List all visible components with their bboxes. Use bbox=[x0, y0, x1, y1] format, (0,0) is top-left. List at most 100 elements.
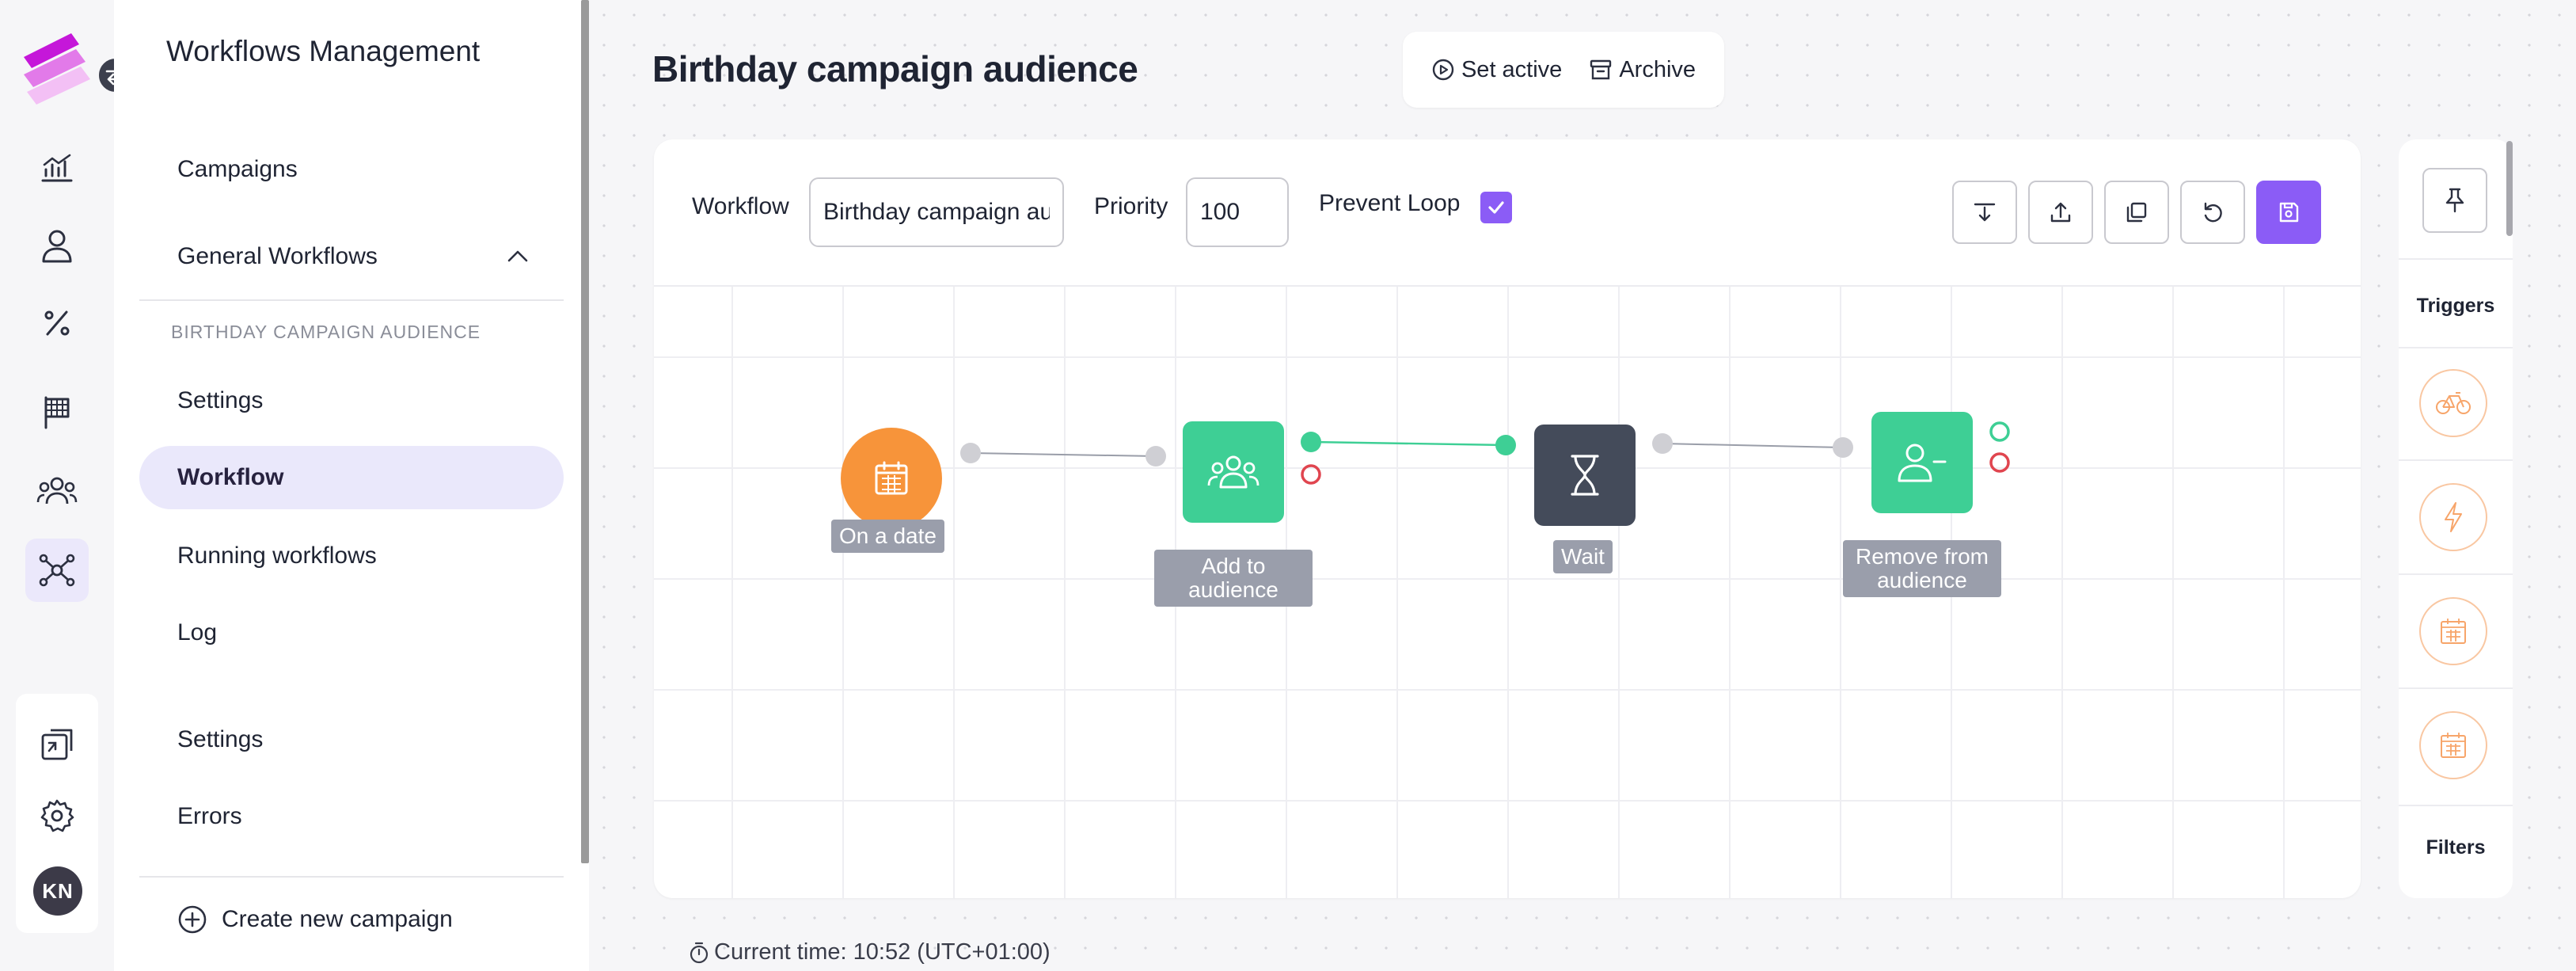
calendar-icon bbox=[2441, 619, 2466, 644]
current-time-text: Current time: 10:52 (UTC+01:00) bbox=[714, 939, 1051, 965]
rail-item-contacts[interactable] bbox=[25, 214, 89, 277]
divider bbox=[2399, 687, 2513, 689]
node-label: Remove from audience bbox=[1843, 540, 2001, 597]
node-add-to-audience[interactable] bbox=[1183, 421, 1284, 523]
save-button[interactable] bbox=[2256, 181, 2321, 244]
edge[interactable] bbox=[1310, 440, 1506, 447]
sidebar-group-general-workflows[interactable]: General Workflows bbox=[139, 225, 564, 288]
sidebar-scrollbar[interactable] bbox=[581, 0, 589, 863]
workflow-canvas[interactable]: On a date Add to audience Wait Remove fr… bbox=[654, 287, 2361, 898]
divider bbox=[2399, 573, 2513, 575]
workflow-name-input[interactable] bbox=[809, 177, 1064, 247]
pin-icon bbox=[2445, 188, 2464, 213]
reset-button[interactable] bbox=[2180, 181, 2245, 244]
app-logo[interactable] bbox=[24, 33, 92, 106]
prevent-loop-checkbox[interactable] bbox=[1480, 192, 1512, 223]
node-palette-panel: Triggers Filters bbox=[2399, 139, 2513, 898]
edge[interactable] bbox=[1662, 443, 1844, 448]
workflow-name-label: Workflow bbox=[692, 193, 789, 219]
edge[interactable] bbox=[970, 452, 1157, 457]
node-label: Add to audience bbox=[1154, 550, 1313, 607]
failure-port[interactable] bbox=[1301, 464, 1321, 485]
sidebar-item-label: Workflow bbox=[177, 464, 284, 490]
percent-icon bbox=[44, 310, 70, 336]
reset-icon bbox=[2204, 202, 2222, 223]
rail-item-workflows[interactable] bbox=[25, 539, 89, 602]
archive-button[interactable]: Archive bbox=[1589, 57, 1696, 83]
rail-item-audiences[interactable] bbox=[25, 459, 89, 523]
duplicate-button[interactable] bbox=[2104, 181, 2169, 244]
user-avatar[interactable]: KN bbox=[33, 866, 82, 916]
node-remove-from-audience[interactable] bbox=[1871, 412, 1973, 513]
stopwatch-icon bbox=[690, 942, 709, 963]
sidebar-item-workflow[interactable]: Workflow bbox=[139, 446, 564, 509]
sidebar-item-settings[interactable]: Settings bbox=[139, 369, 564, 432]
sidebar-item-label: Campaigns bbox=[177, 156, 298, 182]
node-wait[interactable] bbox=[1534, 425, 1636, 526]
chevron-up-icon[interactable] bbox=[507, 249, 529, 263]
input-port[interactable] bbox=[1495, 435, 1516, 455]
checkmark-icon bbox=[1488, 201, 1504, 214]
users-icon bbox=[1207, 455, 1260, 489]
rail-item-integrations[interactable] bbox=[25, 713, 89, 776]
failure-port[interactable] bbox=[1989, 452, 2010, 473]
rail-item-analytics[interactable] bbox=[25, 136, 89, 200]
panel-scrollbar[interactable] bbox=[2506, 141, 2513, 236]
sidebar-item-campaigns[interactable]: Campaigns bbox=[139, 138, 564, 201]
rail-item-campaigns[interactable] bbox=[25, 380, 89, 444]
sidebar-item-label: Settings bbox=[177, 726, 264, 752]
sidebar-item-label: General Workflows bbox=[177, 243, 378, 269]
trigger-recurring-date[interactable] bbox=[2419, 711, 2487, 779]
header-actions: Set active Archive bbox=[1403, 32, 1724, 108]
node-on-a-date[interactable] bbox=[841, 428, 942, 529]
icon-rail: KN bbox=[0, 0, 135, 971]
hourglass-icon bbox=[1571, 455, 1599, 496]
sidebar-item-log[interactable]: Log bbox=[139, 601, 564, 664]
trigger-event[interactable] bbox=[2419, 483, 2487, 551]
sidebar-item-label: Log bbox=[177, 619, 218, 645]
triggers-title: Triggers bbox=[2416, 295, 2495, 317]
prevent-loop-label: Prevent Loop bbox=[1319, 190, 1461, 216]
trigger-date[interactable] bbox=[2419, 597, 2487, 665]
plus-circle-icon bbox=[178, 905, 207, 934]
priority-input[interactable] bbox=[1186, 177, 1289, 247]
flag-icon bbox=[44, 396, 70, 429]
puzzle-icon bbox=[41, 729, 73, 760]
export-icon bbox=[2050, 202, 2071, 223]
divider bbox=[139, 876, 564, 878]
users-icon bbox=[36, 477, 78, 505]
input-port[interactable] bbox=[1833, 437, 1853, 458]
sidebar-item-global-settings[interactable]: Settings bbox=[139, 708, 564, 771]
success-port[interactable] bbox=[1301, 432, 1321, 452]
user-icon bbox=[42, 230, 72, 263]
export-button[interactable] bbox=[2028, 181, 2093, 244]
output-port[interactable] bbox=[1652, 433, 1673, 454]
output-port[interactable] bbox=[960, 443, 981, 463]
editor-toolbar: Workflow Priority Prevent Loop bbox=[654, 139, 2361, 287]
lightning-icon bbox=[2445, 502, 2462, 532]
import-icon bbox=[1974, 203, 1996, 222]
node-label: Wait bbox=[1553, 540, 1613, 573]
divider bbox=[139, 299, 564, 301]
calendar-icon bbox=[2441, 733, 2466, 758]
import-button[interactable] bbox=[1952, 181, 2017, 244]
workflows-sidebar: Workflows Management Campaigns General W… bbox=[114, 0, 589, 971]
success-port[interactable] bbox=[1989, 421, 2010, 442]
sidebar-item-errors[interactable]: Errors bbox=[139, 785, 564, 848]
trigger-bicycle[interactable] bbox=[2419, 369, 2487, 437]
create-campaign-button[interactable]: Create new campaign bbox=[177, 904, 453, 935]
sidebar-item-running-workflows[interactable]: Running workflows bbox=[139, 524, 564, 588]
rail-item-discounts[interactable] bbox=[25, 291, 89, 355]
calendar-icon bbox=[875, 461, 908, 495]
archive-icon bbox=[1590, 59, 1612, 80]
rail-item-settings[interactable] bbox=[25, 784, 89, 847]
duplicate-icon bbox=[2126, 202, 2147, 223]
node-label: On a date bbox=[831, 520, 944, 553]
workflow-editor-card: Workflow Priority Prevent Loop bbox=[654, 139, 2361, 898]
priority-label: Priority bbox=[1094, 193, 1168, 219]
gear-icon bbox=[40, 799, 74, 832]
pin-panel-button[interactable] bbox=[2422, 168, 2487, 233]
input-port[interactable] bbox=[1146, 446, 1166, 466]
archive-label: Archive bbox=[1619, 56, 1696, 82]
set-active-button[interactable]: Set active bbox=[1431, 57, 1562, 83]
